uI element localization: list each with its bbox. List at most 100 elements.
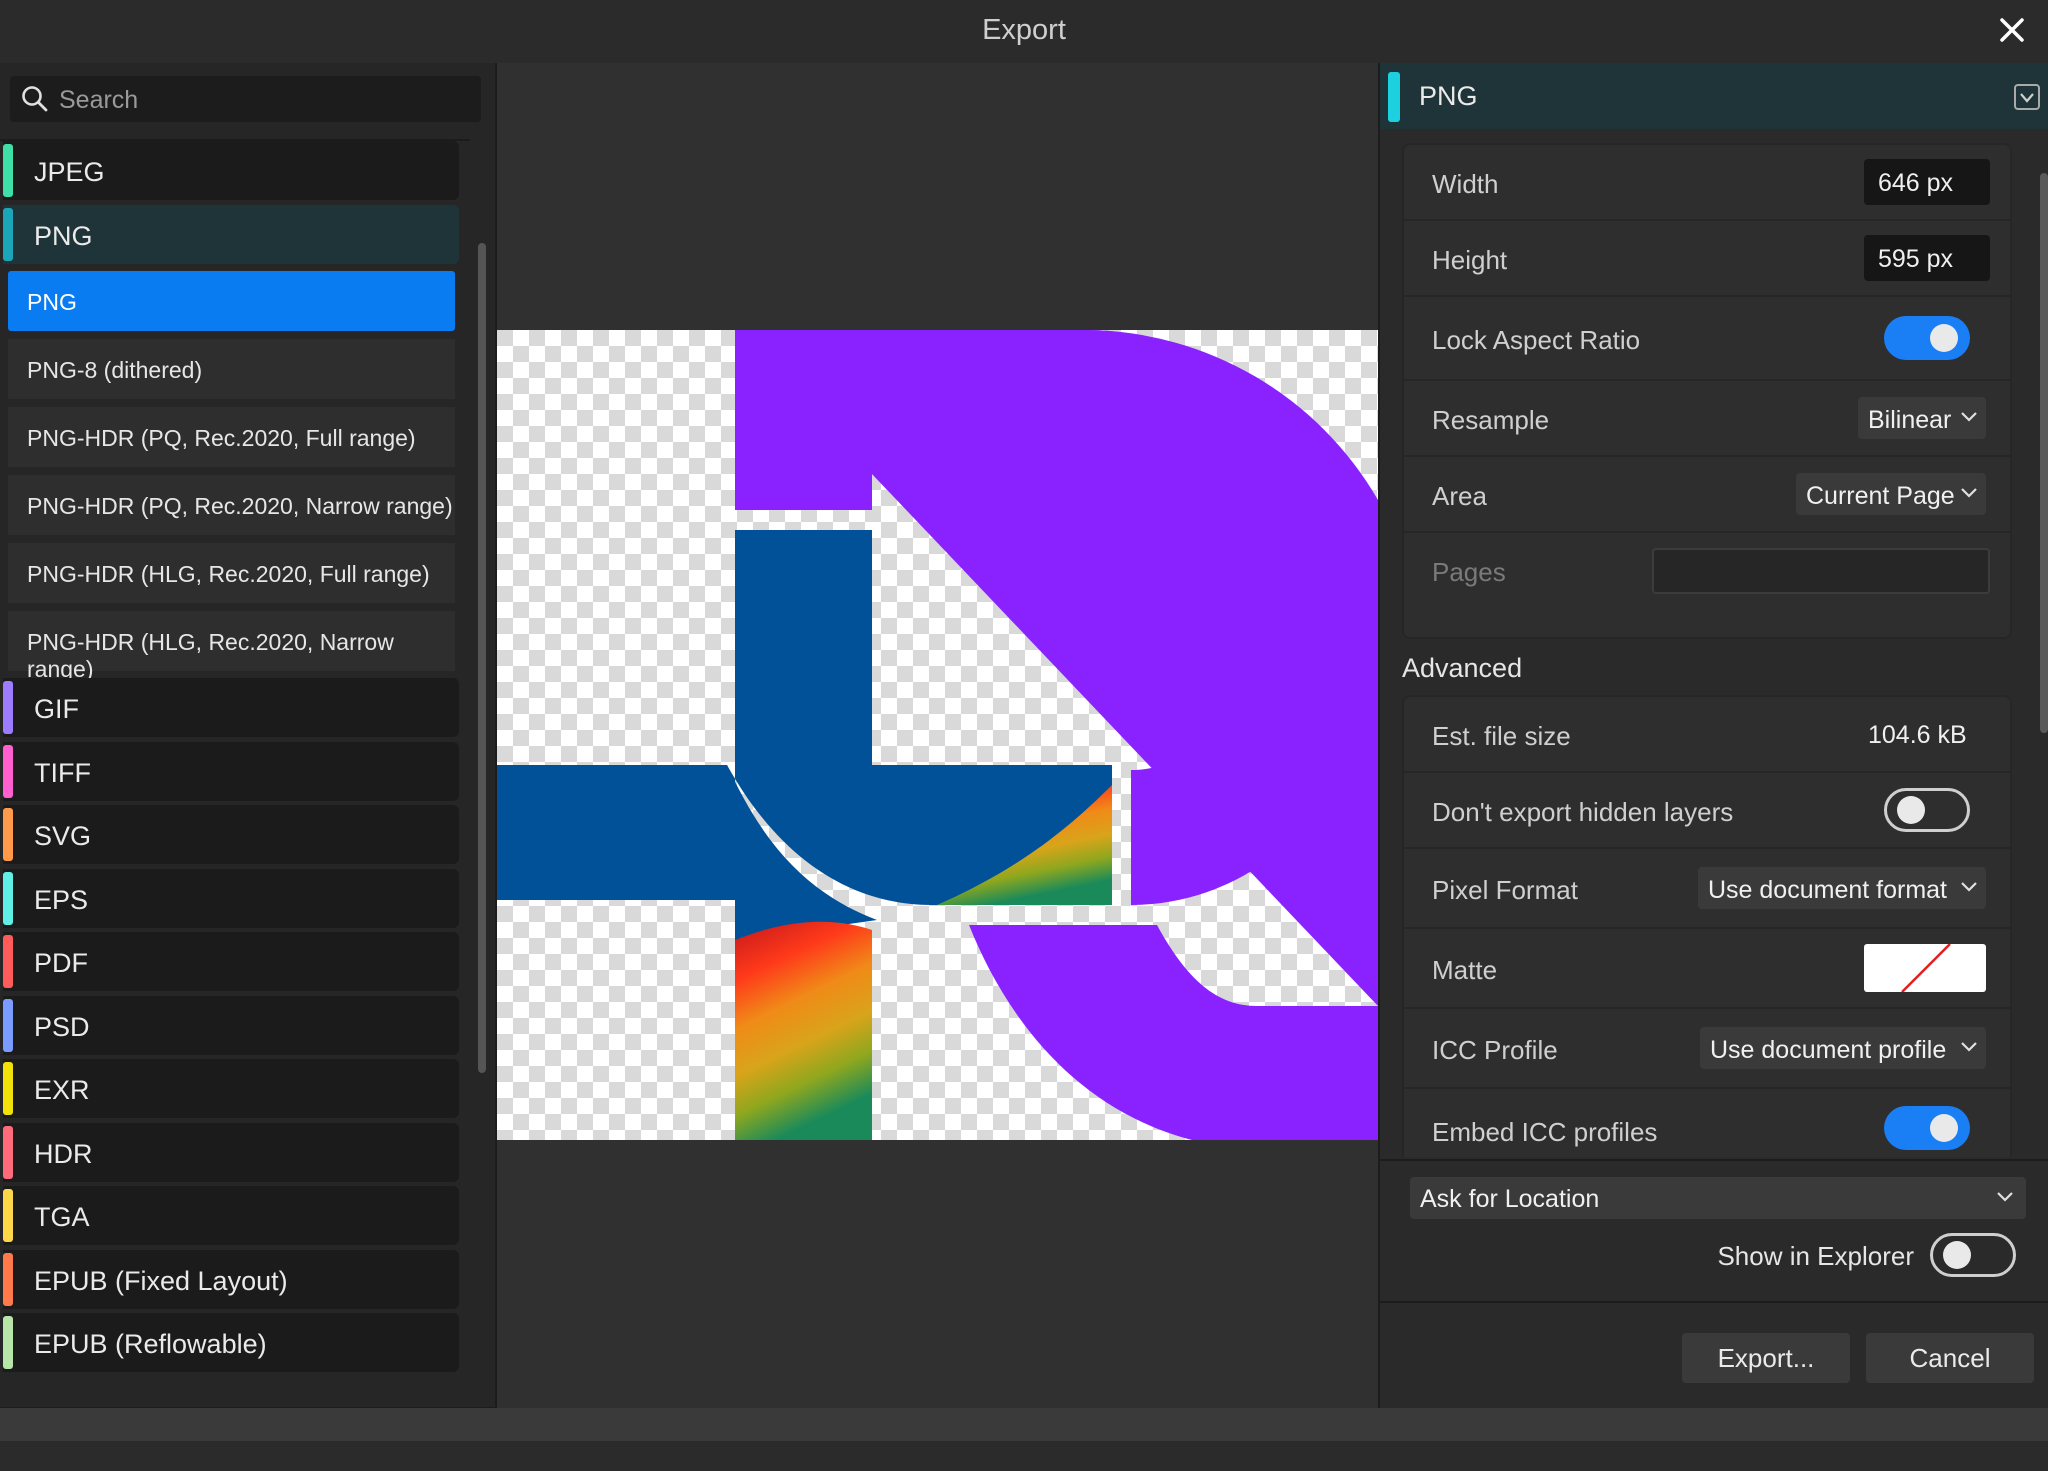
format-color-bar bbox=[3, 745, 13, 798]
settings-scrollbar[interactable] bbox=[2040, 173, 2048, 733]
format-png[interactable]: PNG bbox=[3, 205, 459, 264]
matte-color-swatch[interactable] bbox=[1864, 944, 1986, 992]
export-preview bbox=[497, 63, 1378, 1408]
format-color-bar bbox=[3, 144, 13, 197]
format-tga[interactable]: TGA bbox=[3, 1186, 459, 1245]
settings-panel: PNG Width 646 px Height 595 px Lock Aspe… bbox=[1378, 63, 2048, 1408]
hidden-layers-label: Don't export hidden layers bbox=[1432, 797, 1734, 827]
pixel-format-dropdown[interactable]: Use document format bbox=[1698, 867, 1986, 909]
format-label: TGA bbox=[34, 1202, 90, 1232]
pages-label: Pages bbox=[1432, 557, 1506, 587]
format-tiff[interactable]: TIFF bbox=[3, 742, 459, 801]
preset-png-8[interactable]: PNG-8 (dithered) bbox=[8, 339, 455, 399]
format-color-bar bbox=[3, 1253, 13, 1306]
format-label: PNG bbox=[34, 221, 93, 251]
chevron-down-icon bbox=[1961, 1042, 1977, 1052]
matte-label: Matte bbox=[1432, 955, 1498, 985]
format-list-panel: JPEG PNG PNG PNG-8 (dithered) PNG-HDR (P… bbox=[0, 63, 497, 1471]
height-label: Height bbox=[1432, 245, 1508, 275]
resample-label: Resample bbox=[1432, 405, 1550, 435]
format-hdr[interactable]: HDR bbox=[3, 1123, 459, 1182]
resample-value: Bilinear bbox=[1868, 406, 1952, 434]
format-epub-reflowable[interactable]: EPUB (Reflowable) bbox=[3, 1313, 459, 1372]
cancel-button[interactable]: Cancel bbox=[1866, 1333, 2034, 1383]
icc-profile-value: Use document profile bbox=[1710, 1036, 1947, 1064]
format-pdf[interactable]: PDF bbox=[3, 932, 459, 991]
height-input[interactable]: 595 px bbox=[1864, 235, 1990, 281]
preset-png[interactable]: PNG bbox=[8, 271, 455, 331]
width-label: Width bbox=[1432, 169, 1499, 199]
format-psd[interactable]: PSD bbox=[3, 996, 459, 1055]
format-color-bar bbox=[3, 208, 13, 261]
advanced-settings-card: Est. file size 104.6 kB Don't export hid… bbox=[1402, 695, 2012, 1157]
settings-format-title: PNG bbox=[1419, 81, 1478, 111]
format-gif[interactable]: GIF bbox=[3, 678, 459, 737]
format-exr[interactable]: EXR bbox=[3, 1059, 459, 1118]
file-size-label: Est. file size bbox=[1432, 721, 1571, 751]
format-label: PSD bbox=[34, 1012, 90, 1042]
format-color-bar bbox=[3, 1062, 13, 1115]
location-section: Ask for Location Show in Explorer bbox=[1380, 1159, 2048, 1303]
format-label: PDF bbox=[34, 948, 88, 978]
area-value: Current Page bbox=[1806, 482, 1955, 510]
format-color-bar bbox=[1388, 72, 1400, 122]
area-label: Area bbox=[1432, 481, 1487, 511]
location-dropdown[interactable]: Ask for Location bbox=[1410, 1177, 2026, 1219]
pixel-format-row: Pixel Format Use document format bbox=[1404, 849, 2010, 929]
location-value: Ask for Location bbox=[1420, 1185, 1600, 1213]
format-color-bar bbox=[3, 681, 13, 734]
format-epub-fixed[interactable]: EPUB (Fixed Layout) bbox=[3, 1250, 459, 1309]
lock-aspect-toggle[interactable] bbox=[1884, 316, 1970, 360]
matte-row: Matte bbox=[1404, 929, 2010, 1009]
search-input[interactable] bbox=[57, 80, 461, 120]
chevron-down-icon bbox=[1997, 1192, 2013, 1202]
format-color-bar bbox=[3, 1126, 13, 1179]
area-dropdown[interactable]: Current Page bbox=[1796, 473, 1986, 515]
basic-settings-card: Width 646 px Height 595 px Lock Aspect R… bbox=[1402, 143, 2012, 639]
title-bar: Export bbox=[0, 0, 2048, 64]
format-label: EPUB (Fixed Layout) bbox=[34, 1266, 288, 1296]
format-label: EPUB (Reflowable) bbox=[34, 1329, 267, 1359]
embed-icc-row: Embed ICC profiles bbox=[1404, 1089, 2010, 1155]
resample-dropdown[interactable]: Bilinear bbox=[1858, 397, 1986, 439]
format-color-bar bbox=[3, 999, 13, 1052]
icc-profile-label: ICC Profile bbox=[1432, 1035, 1558, 1065]
format-list-scrollbar[interactable] bbox=[478, 243, 486, 1073]
width-input[interactable]: 646 px bbox=[1864, 159, 1990, 205]
status-bar bbox=[0, 1408, 2048, 1441]
collapse-button[interactable] bbox=[2014, 84, 2040, 110]
search-box[interactable] bbox=[10, 76, 481, 122]
pages-input[interactable] bbox=[1652, 548, 1990, 594]
format-eps[interactable]: EPS bbox=[3, 869, 459, 928]
close-icon[interactable] bbox=[1990, 8, 2034, 52]
hidden-layers-row: Don't export hidden layers bbox=[1404, 773, 2010, 849]
format-label: EPS bbox=[34, 885, 89, 915]
hidden-layers-toggle[interactable] bbox=[1884, 788, 1970, 832]
height-value: 595 px bbox=[1878, 245, 1954, 273]
format-label: SVG bbox=[34, 821, 92, 851]
format-color-bar bbox=[3, 1316, 13, 1369]
preset-png-hdr-pq-narrow[interactable]: PNG-HDR (PQ, Rec.2020, Narrow range) bbox=[8, 475, 455, 535]
preset-label: PNG-HDR (PQ, Rec.2020, Full range) bbox=[27, 425, 416, 451]
chevron-down-icon bbox=[1961, 882, 1977, 892]
preset-png-hdr-hlg-full[interactable]: PNG-HDR (HLG, Rec.2020, Full range) bbox=[8, 543, 455, 603]
preset-png-hdr-pq-full[interactable]: PNG-HDR (PQ, Rec.2020, Full range) bbox=[8, 407, 455, 467]
format-jpeg[interactable]: JPEG bbox=[3, 141, 459, 200]
embed-icc-toggle[interactable] bbox=[1884, 1106, 1970, 1150]
preset-png-hdr-hlg-narrow[interactable]: PNG-HDR (HLG, Rec.2020, Narrow range) bbox=[8, 611, 455, 682]
pixel-format-label: Pixel Format bbox=[1432, 875, 1578, 905]
format-svg[interactable]: SVG bbox=[3, 805, 459, 864]
format-label: TIFF bbox=[34, 758, 91, 788]
export-button[interactable]: Export... bbox=[1682, 1333, 1850, 1383]
format-color-bar bbox=[3, 1189, 13, 1242]
area-row: Area Current Page bbox=[1404, 457, 2010, 533]
format-label: JPEG bbox=[34, 157, 105, 187]
height-row: Height 595 px bbox=[1404, 221, 2010, 297]
preset-label: PNG-HDR (HLG, Rec.2020, Full range) bbox=[27, 561, 430, 587]
show-in-explorer-toggle[interactable] bbox=[1930, 1233, 2016, 1277]
pixel-format-value: Use document format bbox=[1708, 876, 1947, 904]
icc-profile-dropdown[interactable]: Use document profile bbox=[1700, 1027, 1986, 1069]
window-title: Export bbox=[982, 14, 1066, 46]
lock-aspect-row: Lock Aspect Ratio bbox=[1404, 297, 2010, 381]
preset-label: PNG-8 (dithered) bbox=[27, 357, 203, 383]
